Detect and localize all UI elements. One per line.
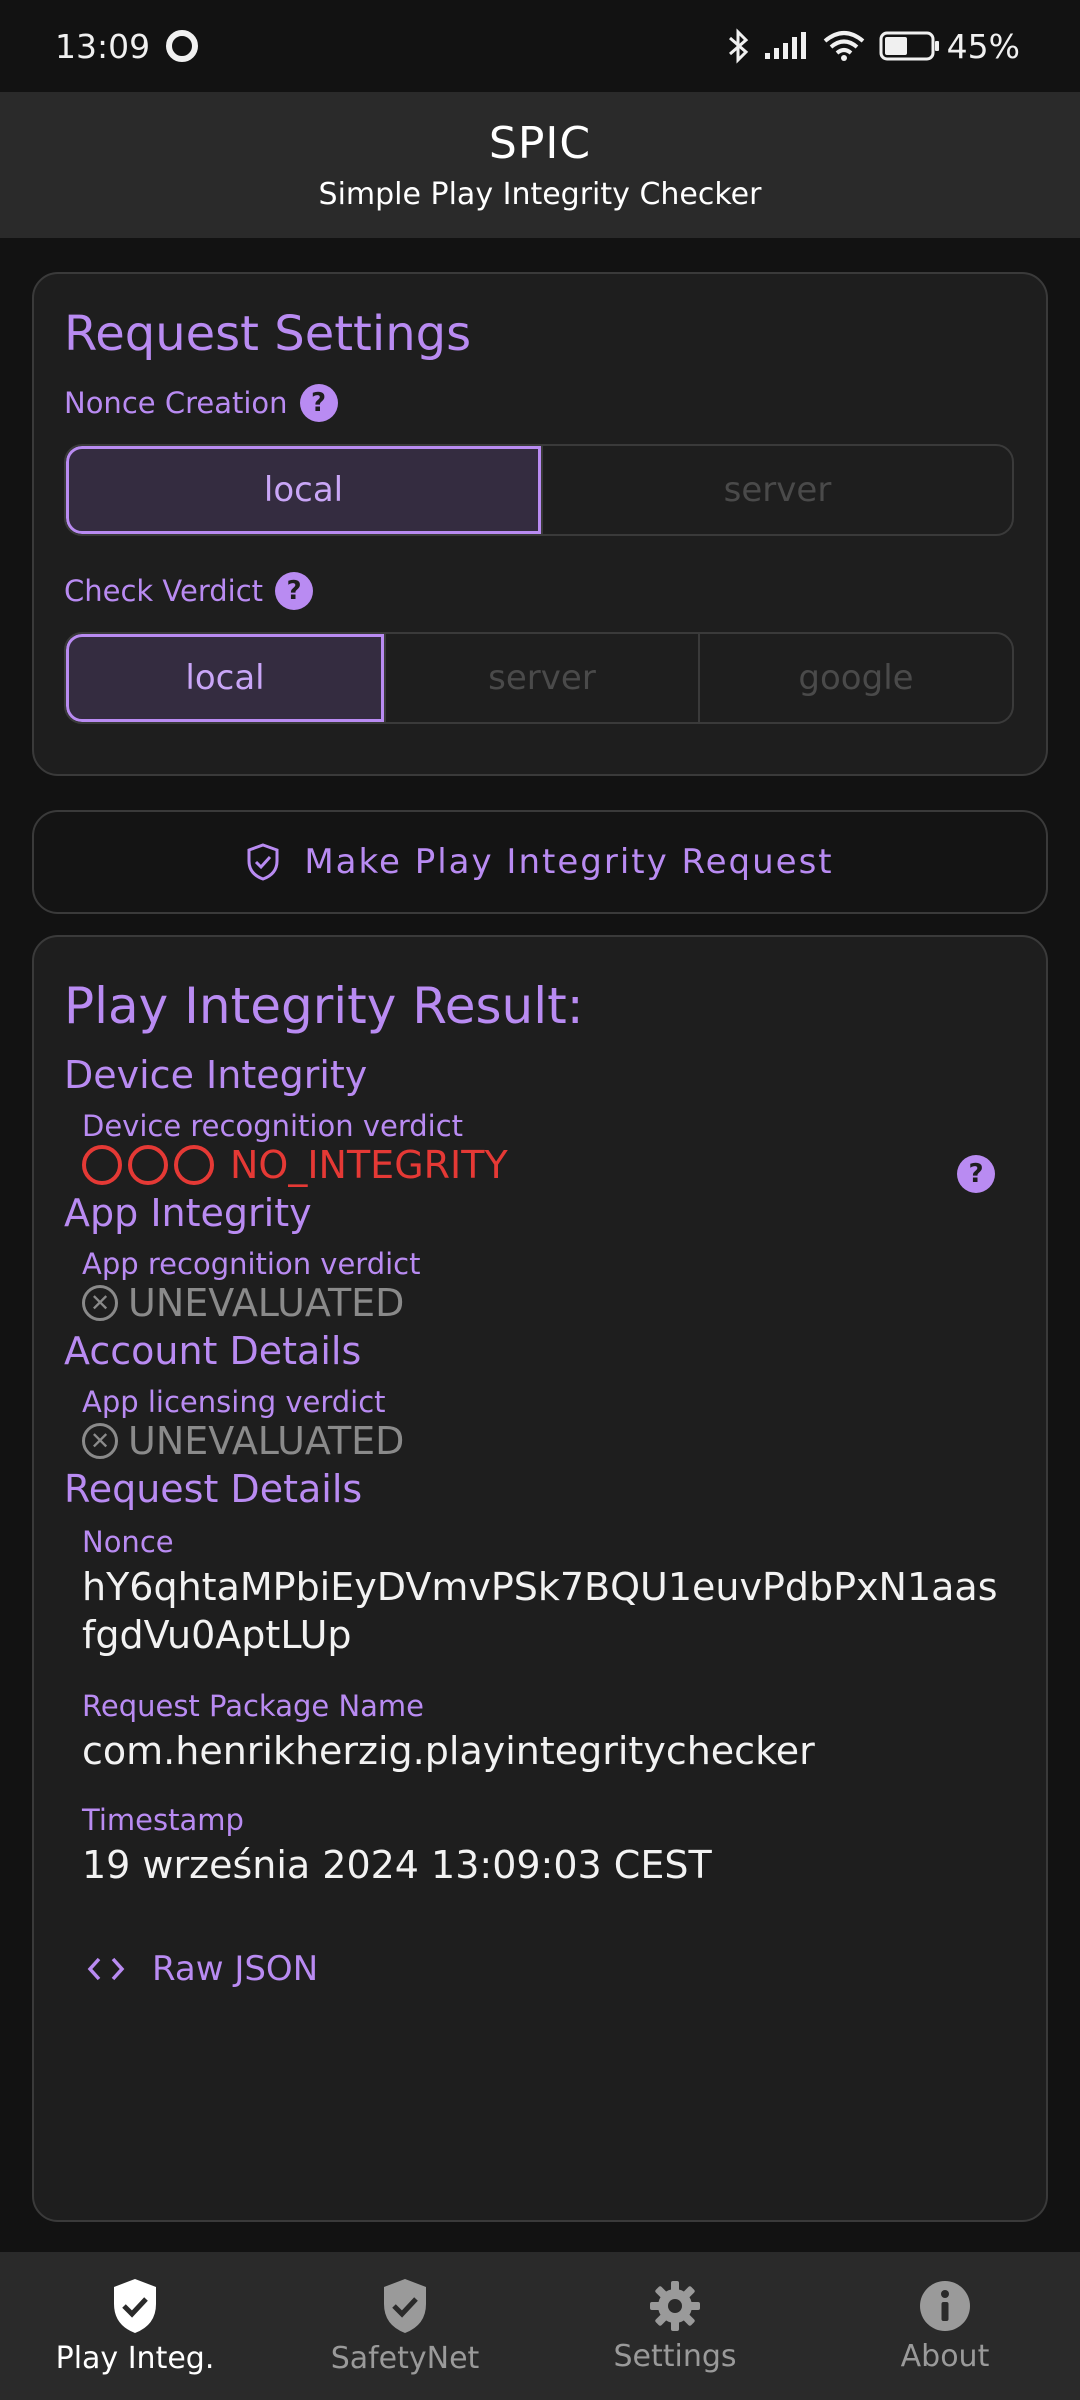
code-icon [87, 1957, 125, 1981]
nav-play-integrity-label: Play Integ. [55, 2340, 215, 2376]
wifi-icon [823, 31, 864, 61]
app-recognition-label: App recognition verdict [82, 1247, 421, 1281]
nonce-option-local[interactable]: local [66, 446, 541, 534]
status-left: 13:09 [55, 26, 199, 66]
shield-check-icon [247, 843, 279, 881]
bottom-navigation: Play Integ. SafetyNet Settings About [0, 2252, 1080, 2400]
battery-icon [879, 31, 939, 61]
app-title: SPIC [488, 118, 592, 169]
nav-about[interactable]: About [810, 2252, 1080, 2400]
nonce-label: Nonce [82, 1525, 174, 1559]
make-request-label: Make Play Integrity Request [304, 842, 834, 882]
raw-json-button[interactable]: Raw JSON [64, 1949, 1016, 1989]
battery-indicator: 45% [879, 27, 1020, 66]
app-verdict: ✕ UNEVALUATED [64, 1281, 1016, 1325]
verdict-option-local[interactable]: local [66, 634, 384, 722]
device-verdict-value: NO_INTEGRITY [230, 1143, 508, 1187]
app-subtitle: Simple Play Integrity Checker [318, 177, 762, 212]
nav-safetynet-label: SafetyNet [330, 2340, 480, 2376]
bluetooth-icon [728, 28, 748, 64]
request-details-title: Request Details [64, 1467, 363, 1511]
device-integrity-title: Device Integrity [64, 1053, 368, 1097]
device-recognition-label: Device recognition verdict [82, 1109, 464, 1143]
nav-settings-label: Settings [613, 2338, 737, 2374]
status-notification-icon [166, 30, 199, 62]
cancel-circle-icon: ✕ [82, 1423, 118, 1459]
shield-check-icon [384, 2278, 426, 2333]
package-name-value: com.henrikherzig.playintegritychecker [82, 1729, 815, 1773]
check-verdict-selector: local server google [64, 632, 1014, 724]
status-right: 45% [727, 27, 1020, 66]
check-verdict-text: Check Verdict [64, 574, 264, 608]
nav-about-label: About [900, 2338, 990, 2374]
app-licensing-label: App licensing verdict [82, 1385, 386, 1419]
device-verdict: NO_INTEGRITY [64, 1143, 1016, 1187]
help-icon[interactable]: ? [957, 1155, 995, 1193]
account-details-title: Account Details [64, 1329, 362, 1373]
make-request-button[interactable]: Make Play Integrity Request [32, 810, 1048, 914]
licensing-verdict: ✕ UNEVALUATED [64, 1419, 1016, 1463]
status-circle-icon [82, 1145, 122, 1185]
nonce-creation-label: Nonce Creation ? [64, 384, 1012, 422]
nonce-option-server[interactable]: server [541, 446, 1012, 534]
licensing-verdict-value: UNEVALUATED [128, 1419, 405, 1463]
cancel-circle-icon: ✕ [82, 1285, 118, 1321]
nonce-creation-selector: local server [64, 444, 1014, 536]
verdict-option-google[interactable]: google [698, 634, 1012, 722]
nonce-creation-text: Nonce Creation [64, 386, 288, 420]
result-card: Play Integrity Result: Device Integrity … [32, 935, 1048, 2222]
signal-icon [764, 32, 806, 59]
gear-icon [650, 2280, 700, 2331]
info-icon [920, 2280, 970, 2331]
nav-play-integrity[interactable]: Play Integ. [0, 2252, 270, 2400]
status-bar: 13:09 45% [0, 0, 1080, 92]
result-title: Play Integrity Result: [64, 977, 584, 1035]
timestamp-value: 19 września 2024 13:09:03 CEST [82, 1843, 712, 1887]
app-verdict-value: UNEVALUATED [128, 1281, 405, 1325]
help-icon[interactable]: ? [275, 572, 314, 610]
nav-safetynet[interactable]: SafetyNet [270, 2252, 540, 2400]
request-settings-title: Request Settings [64, 306, 472, 362]
nonce-value: hY6qhtaMPbiEyDVmvPSk7BQU1euvPdbPxN1aasfg… [82, 1565, 998, 1657]
check-verdict-label: Check Verdict ? [64, 572, 1012, 610]
app-integrity-title: App Integrity [64, 1191, 312, 1235]
raw-json-label: Raw JSON [152, 1949, 319, 1989]
help-icon[interactable]: ? [299, 384, 338, 422]
status-time: 13:09 [55, 26, 151, 66]
package-name-label: Request Package Name [82, 1689, 424, 1723]
battery-percent: 45% [946, 26, 1020, 66]
app-bar: SPIC Simple Play Integrity Checker [0, 92, 1080, 238]
shield-check-icon [114, 2278, 156, 2333]
verdict-option-server[interactable]: server [384, 634, 698, 722]
nav-settings[interactable]: Settings [540, 2252, 810, 2400]
timestamp-label: Timestamp [82, 1803, 244, 1837]
status-circle-icon [174, 1145, 214, 1185]
request-settings-card: Request Settings Nonce Creation ? local … [32, 272, 1048, 776]
status-circle-icon [128, 1145, 168, 1185]
